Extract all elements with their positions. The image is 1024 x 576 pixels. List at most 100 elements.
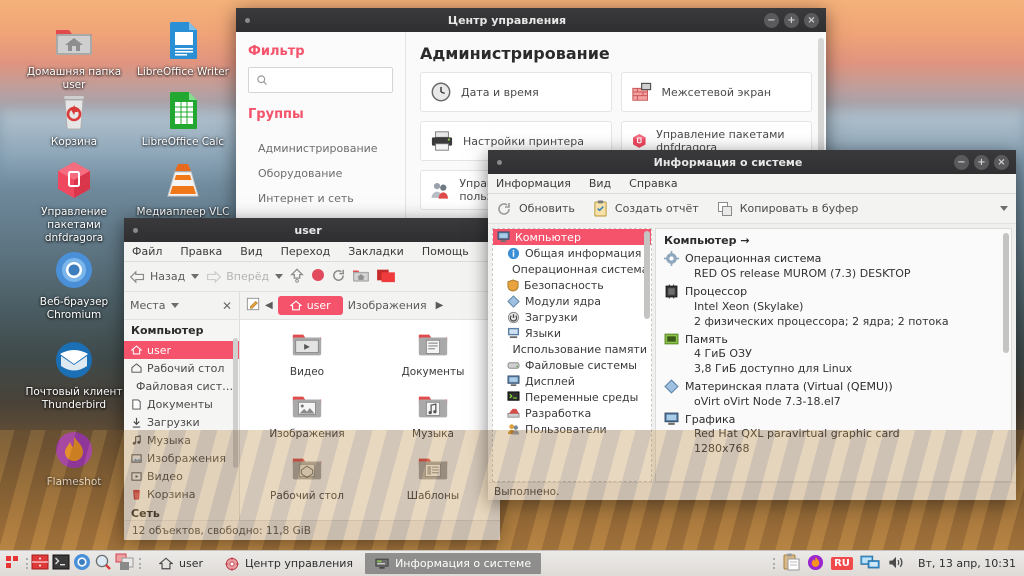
sidebar-item-desktop[interactable]: Рабочий стол	[124, 359, 239, 377]
sidebar-item-filesystem[interactable]: Файловая сист…	[124, 377, 239, 395]
tree-item-os[interactable]: Операционная система	[493, 261, 651, 277]
sidebar-item-user[interactable]: user	[124, 341, 239, 359]
file-list[interactable]: Видео Документы Изображения	[240, 320, 500, 520]
system-info-titlebar[interactable]: Информация о системе − + ×	[488, 150, 1016, 174]
tabs-button[interactable]	[376, 267, 396, 286]
file-manager-titlebar[interactable]: user −	[124, 218, 500, 242]
sidebar-item-downloads[interactable]: Загрузки	[124, 413, 239, 431]
desktop-icon-flameshot[interactable]: Flameshot	[22, 428, 126, 489]
tray-clipboard[interactable]	[782, 553, 800, 574]
desktop-icon-home-folder[interactable]: Домашняя папка user	[22, 18, 126, 92]
copy-to-clipboard-button[interactable]: Копировать в буфер	[717, 201, 867, 217]
tree-item-security[interactable]: Безопасность	[493, 277, 651, 293]
cc-item-datetime[interactable]: Дата и время	[420, 72, 612, 112]
menu-help[interactable]: Справка	[627, 177, 679, 190]
taskbar-tasks[interactable]: user Центр управления Информация о систе…	[145, 553, 772, 574]
desktop-icon-chromium[interactable]: Веб-браузер Chromium	[22, 248, 126, 322]
launcher-chromium[interactable]	[73, 553, 91, 574]
file-item-desktop[interactable]: Рабочий стол	[244, 452, 370, 514]
breadcrumb-next[interactable]: Изображения	[348, 299, 427, 312]
system-info-window[interactable]: Информация о системе − + × Информация Ви…	[488, 150, 1016, 500]
desktop-icon-vlc[interactable]: Медиаплеер VLC	[131, 158, 235, 219]
keyboard-layout-indicator[interactable]: RU	[831, 557, 853, 570]
tree-item-memory-usage[interactable]: Использование памяти	[493, 341, 651, 357]
group-item-hardware[interactable]: Оборудование	[248, 161, 393, 186]
tray-display[interactable]	[860, 554, 880, 574]
minimize-button[interactable]: −	[764, 13, 779, 28]
system-info-toolbar[interactable]: Обновить Создать отчёт Копировать в буфе…	[488, 194, 1016, 224]
group-item-network[interactable]: Интернет и сеть	[248, 186, 393, 211]
launcher-search[interactable]	[94, 553, 112, 574]
close-panel-icon[interactable]: ✕	[222, 299, 232, 313]
refresh-button[interactable]: Обновить	[496, 201, 583, 217]
up-button[interactable]	[289, 268, 305, 286]
launcher-windows[interactable]	[115, 553, 135, 574]
menu-view[interactable]: Вид	[587, 177, 613, 190]
places-selector[interactable]: Места ✕	[124, 292, 240, 319]
desktop-icon-trash[interactable]: Корзина	[22, 88, 126, 149]
task-system-info[interactable]: Информация о системе	[365, 553, 541, 574]
sidebar-item-documents[interactable]: Документы	[124, 395, 239, 413]
tree-item-computer[interactable]: Компьютер	[493, 229, 651, 245]
forward-button[interactable]: Вперёд	[205, 270, 269, 284]
menu-edit[interactable]: Правка	[178, 245, 224, 258]
menu-go[interactable]: Переход	[279, 245, 333, 258]
chevron-left-icon[interactable]: ◀	[265, 300, 273, 311]
file-item-documents[interactable]: Документы	[370, 328, 496, 390]
reload-button[interactable]	[331, 268, 346, 286]
system-tray[interactable]: RU Вт, 13 апр, 10:31	[772, 553, 1024, 574]
desktop-icon-dnfdragora[interactable]: Управление пакетами dnfdragora	[22, 158, 126, 245]
control-center-titlebar[interactable]: Центр управления − + ×	[236, 8, 826, 32]
maximize-button[interactable]: +	[974, 155, 989, 170]
launcher-terminal[interactable]	[52, 553, 70, 574]
sidebar-item-trash[interactable]: Корзина	[124, 485, 239, 503]
system-info-tree[interactable]: Компьютер Общая информация Операционная …	[492, 228, 652, 482]
menu-bookmarks[interactable]: Закладки	[346, 245, 406, 258]
tree-item-general[interactable]: Общая информация	[493, 245, 651, 261]
menu-view[interactable]: Вид	[238, 245, 264, 258]
taskbar-launchers[interactable]	[0, 553, 145, 574]
file-manager-toolbar[interactable]: Назад Вперёд	[124, 262, 500, 292]
file-manager-window[interactable]: user − Файл Правка Вид Переход Закладки …	[124, 218, 500, 540]
tree-item-env-vars[interactable]: Переменные среды	[493, 389, 651, 405]
desktop-icon-gdm-session[interactable]: my-gdmsessionwor.	[493, 478, 601, 493]
sidebar-item-video[interactable]: Видео	[124, 467, 239, 485]
task-user[interactable]: user	[149, 553, 213, 574]
sidebar-item-pictures[interactable]: Изображения	[124, 449, 239, 467]
file-item-video[interactable]: Видео	[244, 328, 370, 390]
menu-file[interactable]: Файл	[130, 245, 164, 258]
desktop-icon-thunderbird[interactable]: Почтовый клиент Thunderbird	[22, 338, 126, 412]
tray-flameshot[interactable]	[807, 554, 824, 574]
system-info-menubar[interactable]: Информация Вид Справка	[488, 174, 1016, 194]
taskbar[interactable]: user Центр управления Информация о систе…	[0, 550, 1024, 576]
forward-dropdown-icon[interactable]	[275, 274, 283, 279]
tree-item-filesystems[interactable]: Файловые системы	[493, 357, 651, 373]
breadcrumb[interactable]: ◀ user Изображения ▶	[240, 296, 500, 315]
sidebar-item-music[interactable]: Музыка	[124, 431, 239, 449]
tree-scrollbar[interactable]	[644, 231, 650, 319]
launcher-files[interactable]	[31, 553, 49, 574]
file-manager-menubar[interactable]: Файл Правка Вид Переход Закладки Помощь	[124, 242, 500, 262]
menu-help[interactable]: Помощь	[420, 245, 471, 258]
create-report-button[interactable]: Создать отчёт	[593, 200, 707, 217]
toolbar-overflow-icon[interactable]	[1000, 206, 1008, 211]
chevron-right-icon[interactable]: ▶	[436, 300, 444, 311]
clock[interactable]: Вт, 13 апр, 10:31	[912, 557, 1016, 570]
group-item-administration[interactable]: Администрирование	[248, 136, 393, 161]
desktop-icon-libreoffice-calc[interactable]: LibreOffice Calc	[131, 88, 235, 149]
maximize-button[interactable]: +	[784, 13, 799, 28]
stop-button[interactable]	[311, 268, 325, 285]
cc-item-firewall[interactable]: Межсетевой экран	[621, 72, 813, 112]
menu-information[interactable]: Информация	[494, 177, 573, 190]
tree-item-languages[interactable]: Языки	[493, 325, 651, 341]
minimize-button[interactable]: −	[954, 155, 969, 170]
tree-item-boot[interactable]: Загрузки	[493, 309, 651, 325]
tree-item-kernel-modules[interactable]: Модули ядра	[493, 293, 651, 309]
home-button[interactable]	[352, 267, 370, 286]
back-dropdown-icon[interactable]	[191, 274, 199, 279]
file-item-templates[interactable]: Шаблоны	[370, 452, 496, 514]
close-button[interactable]: ×	[994, 155, 1009, 170]
tree-item-users[interactable]: Пользователи	[493, 421, 651, 437]
file-manager-sidebar[interactable]: Компьютер user Рабочий стол Файловая сис…	[124, 320, 240, 520]
menu-button[interactable]	[4, 553, 22, 574]
